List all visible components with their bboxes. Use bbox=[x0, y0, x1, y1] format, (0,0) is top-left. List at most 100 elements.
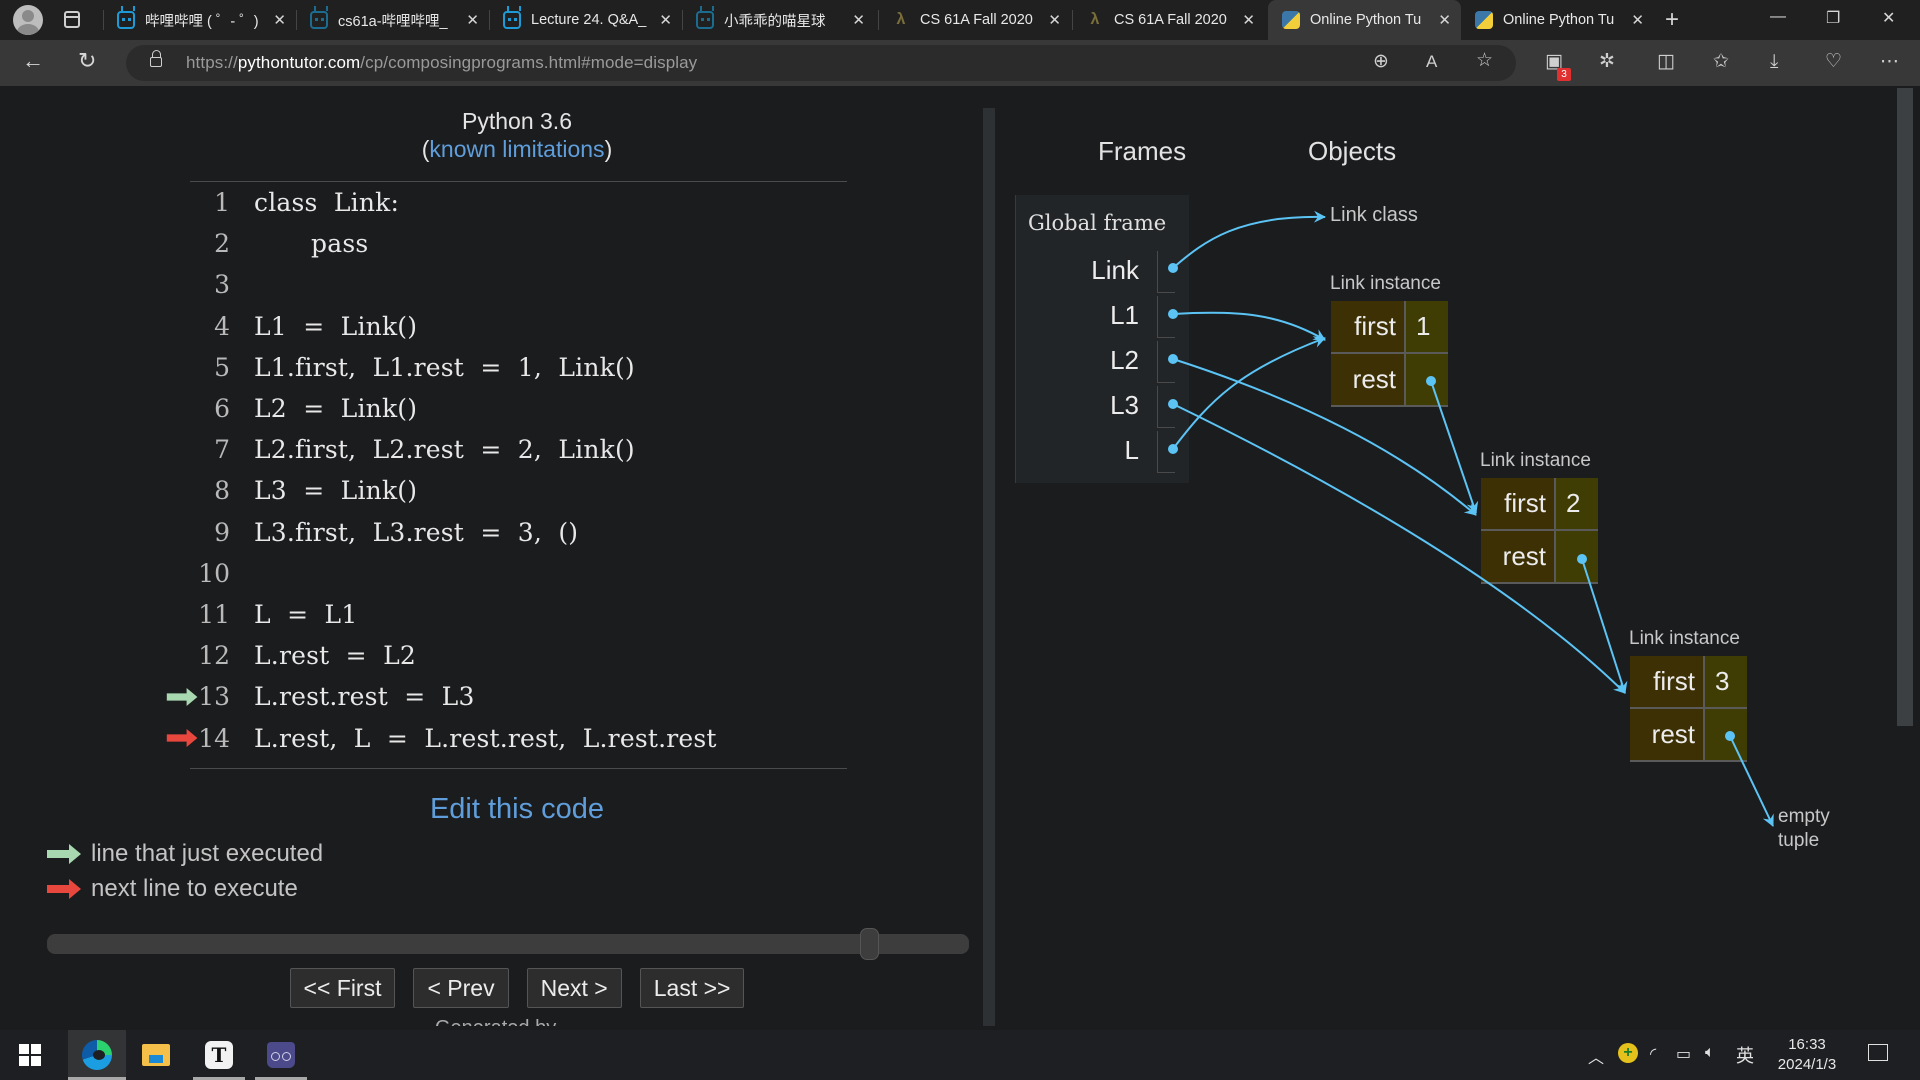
known-limitations-link[interactable]: known limitations bbox=[429, 136, 604, 162]
link-instance-1: first 1 rest bbox=[1331, 301, 1448, 407]
code-gutter[interactable]: 9 bbox=[190, 512, 230, 553]
code-line: 6 L2 = Link() bbox=[190, 388, 717, 429]
tab-separator bbox=[296, 10, 297, 30]
code-gutter[interactable]: 3 bbox=[190, 264, 230, 305]
code-text: L3 = Link() bbox=[254, 476, 418, 506]
notification-center-icon[interactable] bbox=[1868, 1044, 1888, 1061]
code-gutter[interactable]: 7 bbox=[190, 429, 230, 470]
tab-cs61a-2[interactable]: λ CS 61A Fall 2020 ✕ bbox=[1072, 0, 1265, 40]
ime-indicator[interactable]: 英 bbox=[1736, 1042, 1754, 1068]
code-gutter[interactable]: 11 bbox=[190, 594, 230, 635]
extensions-puzzle-icon[interactable]: ✲ bbox=[1599, 50, 1615, 74]
volume-icon[interactable]: 🔈︎ bbox=[1705, 1044, 1715, 1062]
browser-essentials-icon[interactable]: ♡ bbox=[1825, 50, 1842, 74]
close-tab-icon[interactable]: ✕ bbox=[659, 11, 672, 29]
edit-code-link[interactable]: Edit this code bbox=[5, 793, 1029, 826]
frame-value-cell bbox=[1157, 251, 1175, 293]
taskbar-cat-app[interactable] bbox=[255, 1030, 307, 1080]
restore-button[interactable]: ❐ bbox=[1826, 8, 1840, 28]
tab-bilibili-space[interactable]: 小乖乖的喵星球 ✕ bbox=[682, 0, 875, 40]
code-gutter[interactable]: 13 bbox=[166, 676, 230, 717]
page-scrollbar-thumb[interactable] bbox=[1897, 88, 1913, 726]
code-line: 11 L = L1 bbox=[190, 594, 717, 635]
zoom-icon[interactable]: ⊕ bbox=[1373, 50, 1389, 74]
wifi-icon[interactable]: ◜ bbox=[1650, 1044, 1656, 1064]
back-icon[interactable]: ← bbox=[22, 50, 44, 72]
refresh-icon[interactable]: ↻ bbox=[78, 50, 96, 72]
next-button[interactable]: Next > bbox=[526, 968, 622, 1008]
close-tab-icon[interactable]: ✕ bbox=[852, 11, 865, 29]
cat-app-icon bbox=[267, 1042, 295, 1068]
rest-pointer-cell bbox=[1705, 709, 1747, 762]
code-text: L2.first, L2.rest = 2, Link() bbox=[254, 435, 635, 465]
line-number: 14 bbox=[198, 723, 230, 753]
typora-icon: T bbox=[205, 1041, 233, 1069]
close-window-button[interactable]: ✕ bbox=[1882, 8, 1895, 28]
code-gutter[interactable]: 12 bbox=[190, 635, 230, 676]
taskbar-typora[interactable]: T bbox=[193, 1030, 245, 1080]
prev-button[interactable]: < Prev bbox=[413, 968, 509, 1008]
code-line: 3 bbox=[190, 264, 717, 305]
code-gutter[interactable]: 1 bbox=[190, 182, 230, 223]
code-gutter[interactable]: 10 bbox=[190, 553, 230, 594]
tab-cs61a-1[interactable]: λ CS 61A Fall 2020 ✕ bbox=[878, 0, 1071, 40]
code-gutter[interactable]: 4 bbox=[190, 306, 230, 347]
page-scrollbar[interactable] bbox=[1895, 88, 1915, 1026]
battery-icon[interactable]: ▭ bbox=[1676, 1044, 1691, 1064]
new-tab-button[interactable]: + bbox=[1665, 6, 1679, 34]
tab-cs61a-bilibili[interactable]: cs61a-哔哩哔哩_ ✕ bbox=[296, 0, 489, 40]
language-label: Python 3.6 bbox=[462, 108, 572, 134]
close-tab-icon[interactable]: ✕ bbox=[1631, 11, 1644, 29]
step-slider[interactable] bbox=[47, 928, 969, 960]
downloads-icon[interactable]: ⤓ bbox=[1770, 50, 1778, 74]
python-icon bbox=[1475, 11, 1493, 29]
instance-2-label: Link instance bbox=[1480, 450, 1591, 471]
line-number: 6 bbox=[214, 394, 230, 424]
tab-lecture-24[interactable]: Lecture 24. Q&A_ ✕ bbox=[489, 0, 682, 40]
start-button[interactable] bbox=[4, 1030, 56, 1080]
last-button[interactable]: Last >> bbox=[639, 968, 745, 1008]
tray-overflow-icon[interactable]: ︿ bbox=[1588, 1044, 1604, 1068]
rest-key: rest bbox=[1481, 531, 1556, 584]
code-gutter[interactable]: 6 bbox=[190, 388, 230, 429]
lock-icon bbox=[150, 50, 162, 67]
close-tab-icon[interactable]: ✕ bbox=[273, 11, 286, 29]
code-gutter[interactable]: 14 bbox=[166, 717, 230, 758]
taskbar-file-explorer[interactable] bbox=[130, 1030, 182, 1080]
close-tab-icon[interactable]: ✕ bbox=[1242, 11, 1255, 29]
tab-label: Online Python Tu bbox=[1503, 12, 1615, 28]
code-line: 14 L.rest, L = L.rest.rest, L.rest.rest bbox=[166, 717, 717, 758]
more-menu-icon[interactable]: ⋯ bbox=[1880, 50, 1899, 74]
tab-python-tutor-active[interactable]: Online Python Tu ✕ bbox=[1268, 0, 1461, 40]
tab-separator bbox=[878, 10, 879, 30]
favorite-star-icon[interactable]: ☆ bbox=[1476, 49, 1493, 73]
close-tab-icon[interactable]: ✕ bbox=[1048, 11, 1061, 29]
code-gutter[interactable]: 5 bbox=[190, 347, 230, 388]
first-button[interactable]: << First bbox=[289, 968, 396, 1008]
tab-actions-icon[interactable] bbox=[64, 11, 80, 28]
empty-tuple-line1: empty bbox=[1778, 806, 1830, 827]
tab-python-tutor-2[interactable]: Online Python Tu ✕ bbox=[1461, 0, 1654, 40]
step-slider-handle[interactable] bbox=[860, 928, 879, 960]
url-input[interactable]: https://pythontutor.com/cp/composingprog… bbox=[126, 45, 1516, 81]
paren-close: ) bbox=[604, 136, 613, 162]
read-aloud-icon[interactable]: A bbox=[1426, 50, 1437, 74]
code-text: L1.first, L1.rest = 1, Link() bbox=[254, 352, 635, 382]
legend-just-executed: line that just executed bbox=[47, 840, 323, 868]
profile-avatar[interactable] bbox=[13, 5, 43, 35]
favorites-icon[interactable]: ✩ bbox=[1713, 50, 1729, 74]
code-text: L1 = Link() bbox=[254, 311, 418, 341]
tab-bilibili-home[interactable]: 哔哩哔哩 ( ゜- ゜) ✕ bbox=[103, 0, 296, 40]
code-gutter[interactable]: 2 bbox=[190, 223, 230, 264]
security-tray-icon[interactable]: + bbox=[1618, 1043, 1638, 1063]
minimize-button[interactable]: — bbox=[1770, 8, 1786, 26]
split-screen-icon[interactable]: ◫ bbox=[1657, 50, 1675, 74]
close-tab-icon[interactable]: ✕ bbox=[1438, 11, 1451, 29]
close-tab-icon[interactable]: ✕ bbox=[466, 11, 479, 29]
frame-value-cell bbox=[1157, 431, 1175, 473]
pane-divider[interactable] bbox=[983, 108, 995, 1026]
system-clock[interactable]: 16:33 2024/1/3 bbox=[1772, 1035, 1842, 1075]
code-text: L2 = Link() bbox=[254, 394, 418, 424]
code-gutter[interactable]: 8 bbox=[190, 470, 230, 511]
taskbar-edge[interactable] bbox=[68, 1030, 126, 1080]
